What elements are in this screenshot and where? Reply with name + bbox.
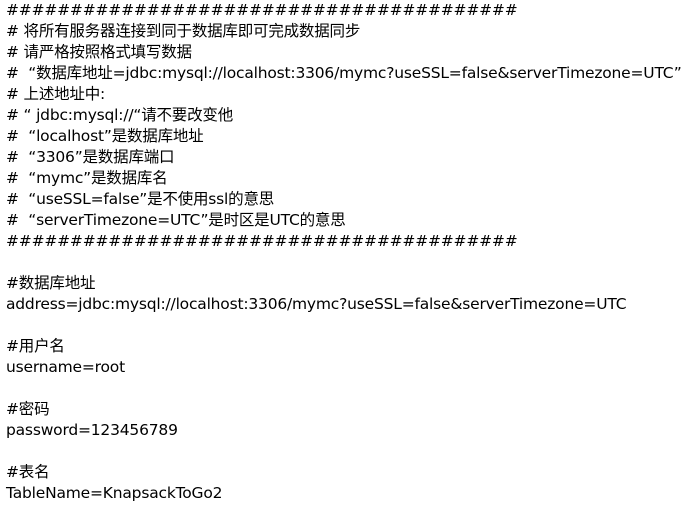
comment-password-label: #密码 <box>6 400 50 418</box>
comment-ssl-note: # “useSSL=false”是不使用ssl的意思 <box>6 190 275 208</box>
comment-dbname-note: # “mymc”是数据库名 <box>6 169 168 187</box>
config-document: ########################################… <box>6 0 696 504</box>
comment-localhost-note: # “localhost”是数据库地址 <box>6 127 204 145</box>
config-tablename: TableName=KnapsackToGo2 <box>6 484 223 502</box>
comment-username-label: #用户名 <box>6 337 65 355</box>
comment-port-note: # “3306”是数据库端口 <box>6 148 175 166</box>
comment-address-format: # “数据库地址=jdbc:mysql://localhost:3306/mym… <box>6 64 682 82</box>
comment-address-label: #数据库地址 <box>6 274 96 292</box>
comment-tablename-label: #表名 <box>6 463 50 481</box>
config-username: username=root <box>6 358 125 376</box>
comment-sync-note: # 将所有服务器连接到同于数据库即可完成数据同步 <box>6 22 361 40</box>
header-separator-bottom: ######################################## <box>6 232 518 250</box>
comment-address-explain: # 上述地址中: <box>6 85 106 103</box>
comment-format-note: # 请严格按照格式填写数据 <box>6 43 192 61</box>
header-separator-top: ######################################## <box>6 1 518 19</box>
comment-jdbc-note: # “ jdbc:mysql://“请不要改变他 <box>6 106 233 124</box>
config-password: password=123456789 <box>6 421 178 439</box>
config-address: address=jdbc:mysql://localhost:3306/mymc… <box>6 295 627 313</box>
comment-timezone-note: # “serverTimezone=UTC”是时区是UTC的意思 <box>6 211 346 229</box>
